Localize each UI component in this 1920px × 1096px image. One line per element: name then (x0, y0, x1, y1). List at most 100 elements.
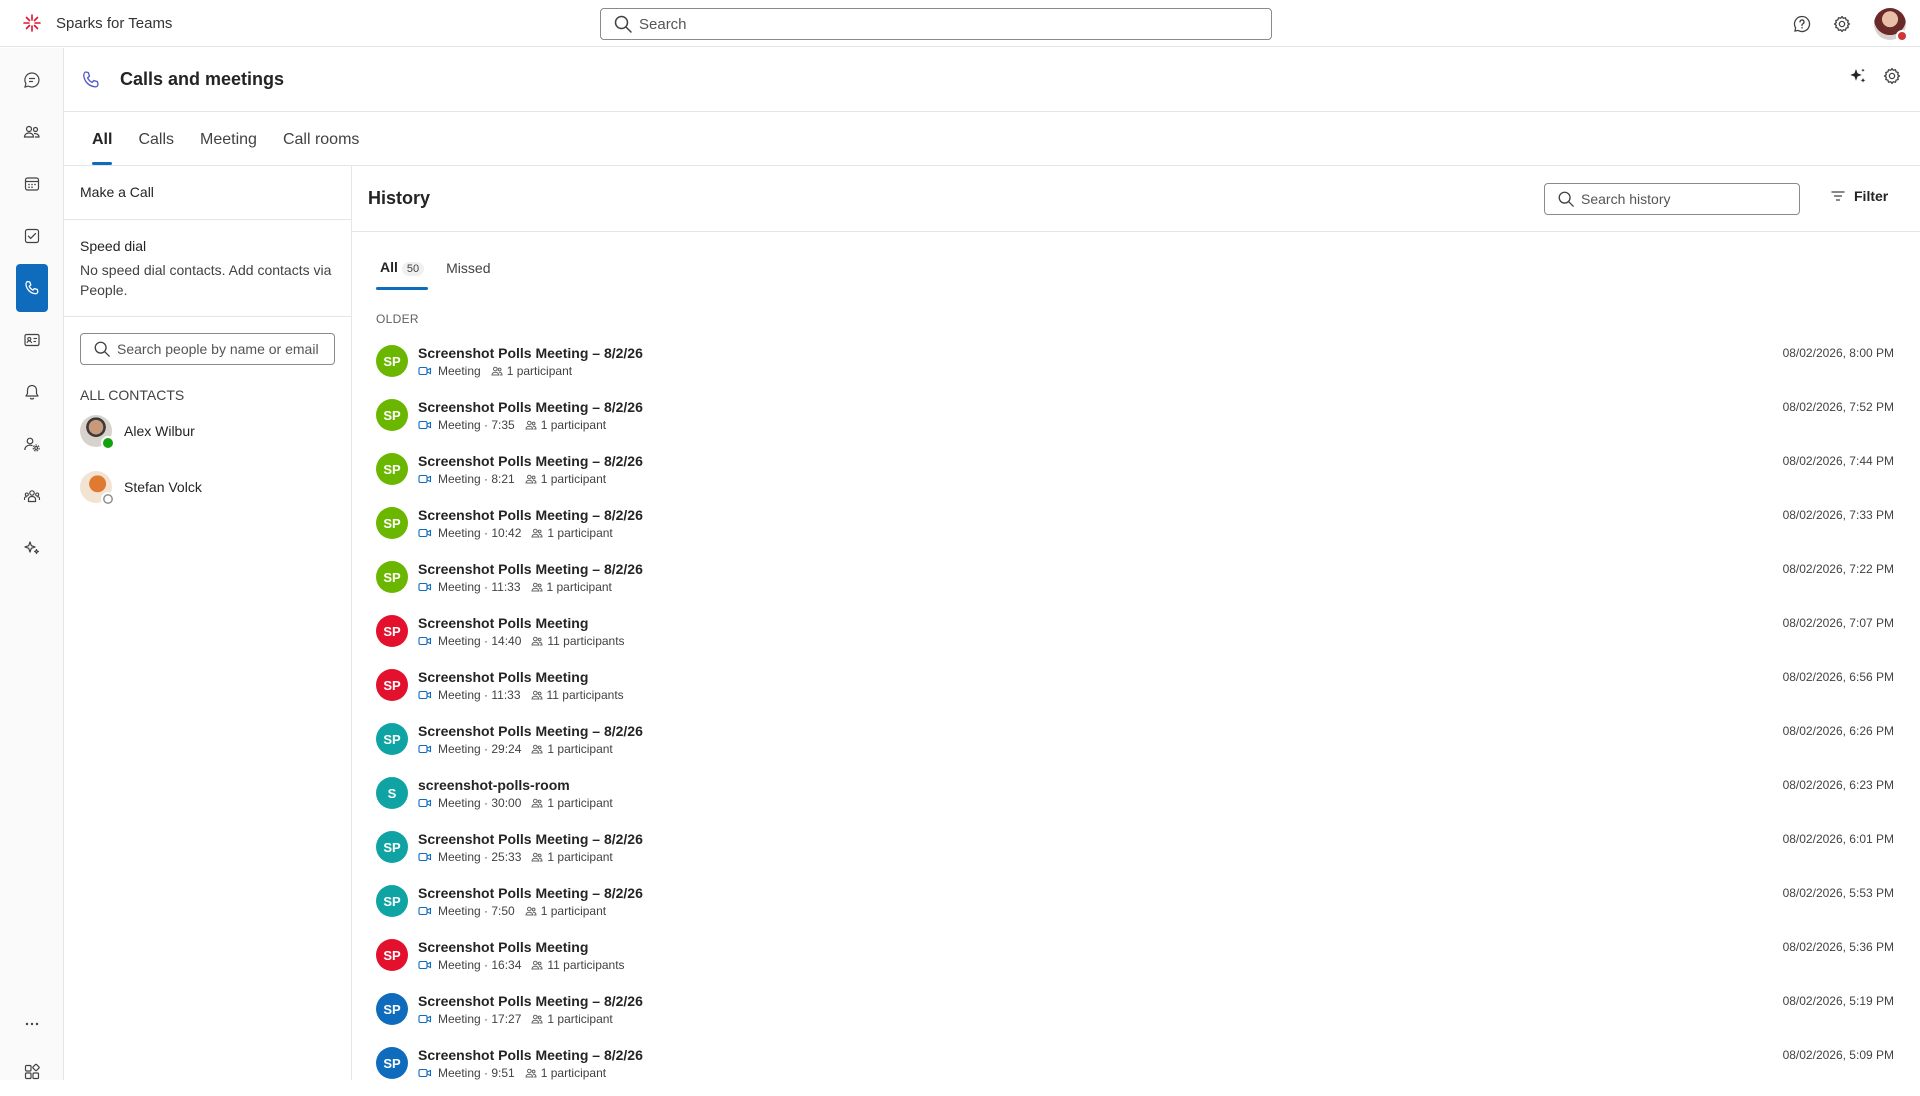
video-icon (418, 689, 432, 701)
tab-call-rooms[interactable]: Call rooms (283, 131, 359, 165)
history-row-meta: Meeting · 17:27 1 participant (418, 1012, 643, 1026)
rail-calendar[interactable] (16, 160, 48, 208)
participants-icon (525, 419, 537, 431)
history-row-title: Screenshot Polls Meeting – 8/2/26 (418, 830, 643, 847)
history-row[interactable]: SP Screenshot Polls Meeting – 8/2/26 Meeti… (352, 874, 1920, 928)
subtab-all[interactable]: All 50 (375, 259, 429, 290)
history-row[interactable]: SP Screenshot Polls Meeting – 8/2/26 Meeti… (352, 550, 1920, 604)
video-icon (418, 635, 432, 647)
history-row[interactable]: SP Screenshot Polls Meeting – 8/2/26 Meeti… (352, 982, 1920, 1036)
chat-icon (24, 72, 40, 88)
history-row-time: 08/02/2026, 6:23 PM (1782, 778, 1894, 792)
rail-tasks[interactable] (16, 212, 48, 260)
meeting-duration: Meeting · 16:34 (438, 957, 522, 972)
speed-dial-description: No speed dial contacts. Add contacts via… (80, 262, 332, 298)
history-row[interactable]: SP Screenshot Polls Meeting Meeting · 16:3… (352, 928, 1920, 982)
history-row[interactable]: SP Screenshot Polls Meeting – 8/2/26 Meeti… (352, 1036, 1920, 1090)
meeting-duration: Meeting · 8:21 (438, 471, 515, 486)
participants-icon (525, 473, 537, 485)
history-row-time: 08/02/2026, 8:00 PM (1782, 346, 1894, 360)
participants-icon (525, 1067, 537, 1079)
help-icon[interactable] (1782, 4, 1822, 44)
history-row[interactable]: SP Screenshot Polls Meeting Meeting · 11:3… (352, 658, 1920, 712)
rail-apps[interactable] (16, 1048, 48, 1096)
tab-calls[interactable]: Calls (138, 131, 174, 165)
make-a-call-button[interactable]: Make a Call (64, 166, 351, 220)
participants-icon (525, 905, 537, 917)
avatar (80, 415, 115, 450)
rail-chat[interactable] (16, 56, 48, 104)
history-search-input[interactable]: Search history (1544, 183, 1800, 215)
history-row-time: 08/02/2026, 5:19 PM (1782, 994, 1894, 1008)
speed-dial-section: Speed dial No speed dial contacts. Add c… (64, 220, 351, 317)
rail-copilot[interactable] (16, 524, 48, 572)
page-settings-icon[interactable] (1882, 66, 1902, 86)
subtab-label: Missed (446, 260, 491, 276)
rail-activity[interactable] (16, 368, 48, 416)
meeting-duration: Meeting · 10:42 (438, 525, 522, 540)
video-icon (418, 527, 432, 539)
history-list: SP Screenshot Polls Meeting – 8/2/26 Meeti… (352, 334, 1920, 1090)
subtab-label: All (380, 259, 398, 275)
history-row[interactable]: SP Screenshot Polls Meeting – 8/2/26 Meeti… (352, 334, 1920, 388)
header-actions (1848, 66, 1902, 86)
user-avatar[interactable] (1874, 7, 1908, 42)
history-search-placeholder: Search history (1581, 191, 1671, 207)
people-search-placeholder: Search people by name or email (117, 341, 319, 357)
copilot-sparkle-icon[interactable] (1848, 66, 1868, 86)
participant-count: 1 participant (547, 795, 613, 810)
history-row[interactable]: SP Screenshot Polls Meeting – 8/2/26 Meeti… (352, 496, 1920, 550)
global-search-input[interactable]: Search (600, 8, 1272, 40)
presence-busy-icon (1896, 29, 1908, 42)
video-icon (418, 365, 432, 377)
history-row[interactable]: SP Screenshot Polls Meeting Meeting · 14:4… (352, 604, 1920, 658)
filter-button[interactable]: Filter (1830, 188, 1888, 204)
calls-left-panel: Make a Call Speed dial No speed dial con… (64, 166, 352, 1080)
avatar: SP (376, 1047, 408, 1079)
history-row[interactable]: SP Screenshot Polls Meeting – 8/2/26 Meeti… (352, 712, 1920, 766)
history-row-body: Screenshot Polls Meeting – 8/2/26 Meeting… (418, 399, 643, 432)
participant-count: 1 participant (540, 903, 607, 918)
video-icon (418, 419, 432, 431)
history-row-time: 08/02/2026, 7:07 PM (1782, 616, 1894, 630)
history-row-title: Screenshot Polls Meeting – 8/2/26 (418, 992, 643, 1009)
history-row[interactable]: SP Screenshot Polls Meeting – 8/2/26 Meeti… (352, 442, 1920, 496)
subtab-missed[interactable]: Missed (446, 260, 490, 290)
history-row[interactable]: SP Screenshot Polls Meeting – 8/2/26 Meeti… (352, 820, 1920, 874)
history-row[interactable]: Sscreenshot-polls-room Meeting · 30:00 1 p… (352, 766, 1920, 820)
top-bar: Sparks for Teams Search (0, 0, 1920, 47)
rail-calls[interactable] (16, 264, 48, 312)
meeting-duration: Meeting · 29:24 (438, 741, 522, 756)
tab-meeting[interactable]: Meeting (200, 131, 257, 165)
meeting-duration: Meeting · 9:51 (438, 1065, 515, 1080)
tab-all[interactable]: All (92, 131, 113, 165)
history-row[interactable]: SP Screenshot Polls Meeting – 8/2/26 Meeti… (352, 388, 1920, 442)
avatar: SP (376, 993, 408, 1025)
contact-name: Stefan Volck (124, 479, 202, 495)
contact-item[interactable]: Stefan Volck (64, 459, 351, 515)
avatar: SP (376, 723, 408, 755)
rail-people[interactable] (16, 108, 48, 156)
video-icon (418, 743, 432, 755)
history-row-body: Screenshot Polls Meeting – 8/2/26 Meeting… (418, 885, 643, 918)
rail-contacts[interactable] (16, 316, 48, 364)
contact-item[interactable]: Alex Wilbur (64, 403, 351, 459)
settings-icon[interactable] (1822, 4, 1862, 44)
contact-card-icon (24, 333, 40, 347)
search-icon (1557, 190, 1575, 208)
history-row-time: 08/02/2026, 6:56 PM (1782, 670, 1894, 684)
participant-count: 1 participant (546, 579, 612, 594)
app-name: Sparks for Teams (56, 14, 173, 32)
history-row-body: screenshot-polls-room Meeting · 30:00 1 pa… (418, 777, 613, 810)
rail-teams[interactable] (16, 472, 48, 520)
history-row-title: Screenshot Polls Meeting (418, 938, 589, 955)
meeting-duration: Meeting · 30:00 (438, 795, 522, 810)
people-search-input[interactable]: Search people by name or email (80, 333, 335, 365)
history-row-title: screenshot-polls-room (418, 776, 570, 793)
history-row-meta: Meeting · 16:34 11 participants (418, 958, 625, 972)
participant-count: 1 participant (540, 1065, 607, 1080)
rail-more[interactable] (16, 1000, 48, 1048)
avatar: SP (376, 885, 408, 917)
meeting-duration: Meeting (438, 363, 481, 378)
rail-people-settings[interactable] (16, 420, 48, 468)
